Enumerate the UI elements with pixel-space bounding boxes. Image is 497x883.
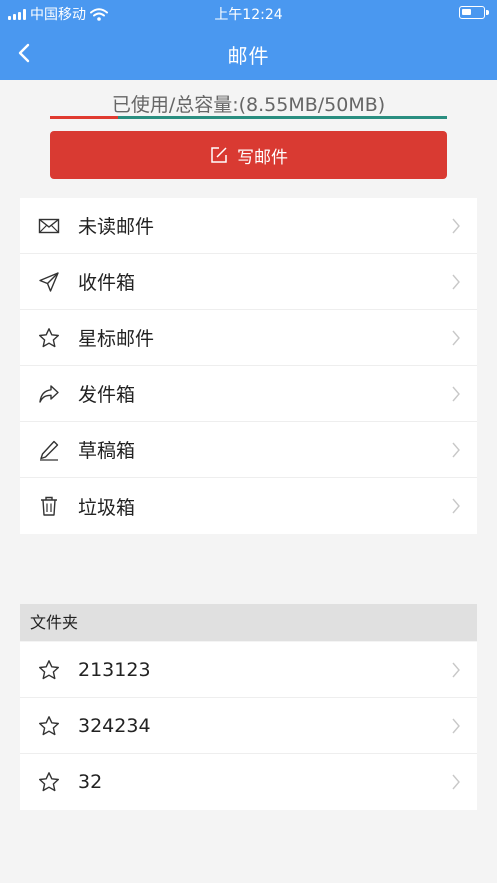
mailbox-trash[interactable]: 垃圾箱	[20, 478, 477, 534]
compose-button[interactable]: 写邮件	[50, 131, 447, 179]
folder-section-header: 文件夹	[20, 604, 477, 641]
chevron-right-icon	[452, 274, 460, 290]
mailbox-inbox[interactable]: 收件箱	[20, 254, 477, 310]
star-icon	[39, 716, 59, 736]
quota-text: 已使用/总容量:(8.55MB/50MB)	[111, 94, 386, 116]
battery-icon	[459, 6, 489, 19]
compose-icon	[211, 147, 227, 163]
chevron-right-icon	[452, 442, 460, 458]
mailbox-label: 收件箱	[78, 272, 136, 294]
status-bar: 中国移动 上午12:24	[0, 0, 497, 26]
quota-progress-bar	[50, 116, 447, 119]
quota-used-fill	[50, 116, 118, 119]
mailbox-label: 星标邮件	[78, 328, 155, 350]
folder-label: 213123	[78, 658, 151, 681]
chevron-right-icon	[452, 218, 460, 234]
chevron-right-icon	[452, 662, 460, 678]
star-icon	[39, 660, 59, 680]
page-title: 邮件	[227, 44, 270, 68]
folder-label: 324234	[78, 714, 151, 737]
mailbox-label: 垃圾箱	[78, 496, 136, 519]
nav-bar: 邮件	[0, 26, 497, 80]
chevron-right-icon	[452, 498, 460, 514]
mailbox-label: 发件箱	[78, 384, 136, 406]
mailbox-drafts[interactable]: 草稿箱	[20, 422, 477, 478]
envelope-icon	[38, 218, 60, 234]
mailbox-unread[interactable]: 未读邮件	[20, 198, 477, 254]
folder-list: 213123 324234 32	[20, 642, 477, 810]
chevron-right-icon	[452, 330, 460, 346]
chevron-right-icon	[452, 774, 460, 790]
chevron-right-icon	[452, 386, 460, 402]
trash-icon	[41, 496, 57, 516]
mailbox-list: 未读邮件 收件箱 星标邮件 发件箱 草稿箱 垃圾箱	[20, 198, 477, 534]
mailbox-label: 草稿箱	[78, 440, 136, 462]
status-time: 上午12:24	[214, 7, 283, 23]
mailbox-starred[interactable]: 星标邮件	[20, 310, 477, 366]
share-arrow-icon	[39, 385, 59, 403]
mailbox-outbox[interactable]: 发件箱	[20, 366, 477, 422]
chevron-right-icon	[452, 718, 460, 734]
pencil-icon	[40, 440, 59, 461]
folder-label: 32	[78, 771, 103, 793]
top-bar: 中国移动 上午12:24 邮件	[0, 0, 497, 80]
folder-item[interactable]: 32	[20, 754, 477, 810]
star-icon	[39, 328, 59, 348]
paper-plane-icon	[39, 272, 59, 292]
mailbox-label: 未读邮件	[78, 216, 155, 238]
compose-label: 写邮件	[237, 147, 288, 168]
star-icon	[39, 772, 59, 792]
folder-item[interactable]: 324234	[20, 698, 477, 754]
folder-item[interactable]: 213123	[20, 642, 477, 698]
